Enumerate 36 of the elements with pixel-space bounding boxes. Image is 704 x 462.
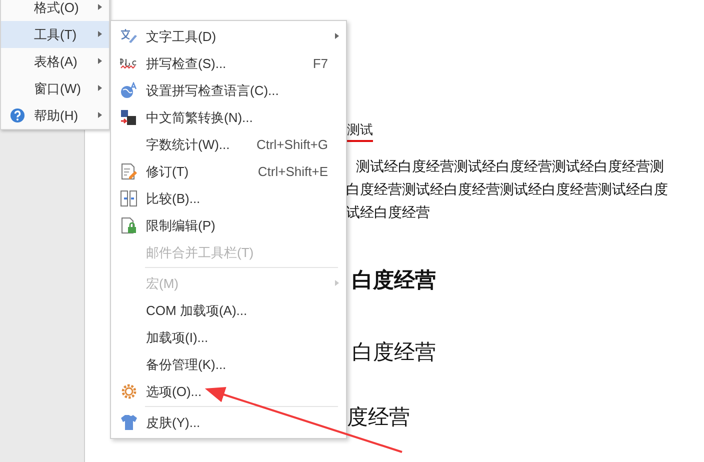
menu-item[interactable]: 限制编辑(P) bbox=[111, 212, 346, 239]
menu-item[interactable]: 文字工具(D) bbox=[111, 23, 346, 50]
menu-item[interactable]: COM 加载项(A)... bbox=[111, 297, 346, 324]
menu-item[interactable]: 设置拼写检查语言(C)... bbox=[111, 77, 346, 104]
menu-item[interactable]: 修订(T) Ctrl+Shift+E bbox=[111, 158, 346, 185]
shortcut-label: Ctrl+Shift+E bbox=[258, 162, 328, 181]
paragraph-line: 试经白度经营 bbox=[346, 203, 431, 222]
paragraph-line: 测试经白度经营测试经白度经营测试经白度经营测 bbox=[356, 157, 665, 176]
heading-text: 白度经营 bbox=[352, 340, 437, 366]
menu-item[interactable]: 中文简繁转换(N)... bbox=[111, 104, 346, 131]
menu-item[interactable]: 选项(O)... bbox=[111, 378, 346, 405]
shortcut-label: F7 bbox=[312, 54, 328, 73]
convert-icon bbox=[120, 109, 138, 126]
globe-icon bbox=[120, 82, 138, 99]
menu-item[interactable]: 拼写检查(S)... F7 bbox=[111, 50, 346, 77]
help-icon bbox=[10, 108, 25, 123]
menu-item[interactable]: 加载项(I)... bbox=[111, 324, 346, 351]
menu-item[interactable]: 帮助(H) bbox=[1, 102, 109, 129]
menu-item[interactable]: 比较(B)... bbox=[111, 185, 346, 212]
menu-item[interactable]: 格式(O) bbox=[1, 0, 109, 21]
revision-icon bbox=[120, 163, 138, 180]
menu-item[interactable]: 表格(A) bbox=[1, 48, 109, 75]
paragraph-line: 白度经营测试经白度经营测试经白度经营测试经白度 bbox=[346, 180, 669, 199]
compare-icon bbox=[120, 190, 138, 207]
text-tools-icon bbox=[120, 28, 138, 45]
menu-item[interactable]: 窗口(W) bbox=[1, 75, 109, 102]
menu-item[interactable]: 字数统计(W)... Ctrl+Shift+G bbox=[111, 131, 346, 158]
menu-item[interactable]: 皮肤(Y)... bbox=[111, 409, 346, 436]
t-shirt-icon bbox=[120, 414, 138, 431]
menu-item[interactable]: 备份管理(K)... bbox=[111, 351, 346, 378]
heading-text: 度经营 bbox=[347, 405, 411, 431]
gear-icon bbox=[120, 383, 138, 400]
heading-text: 白度经营 bbox=[352, 268, 437, 294]
menu-item[interactable]: 工具(T) bbox=[1, 21, 109, 48]
shortcut-label: Ctrl+Shift+G bbox=[256, 136, 328, 154]
lock-document-icon bbox=[120, 217, 138, 234]
